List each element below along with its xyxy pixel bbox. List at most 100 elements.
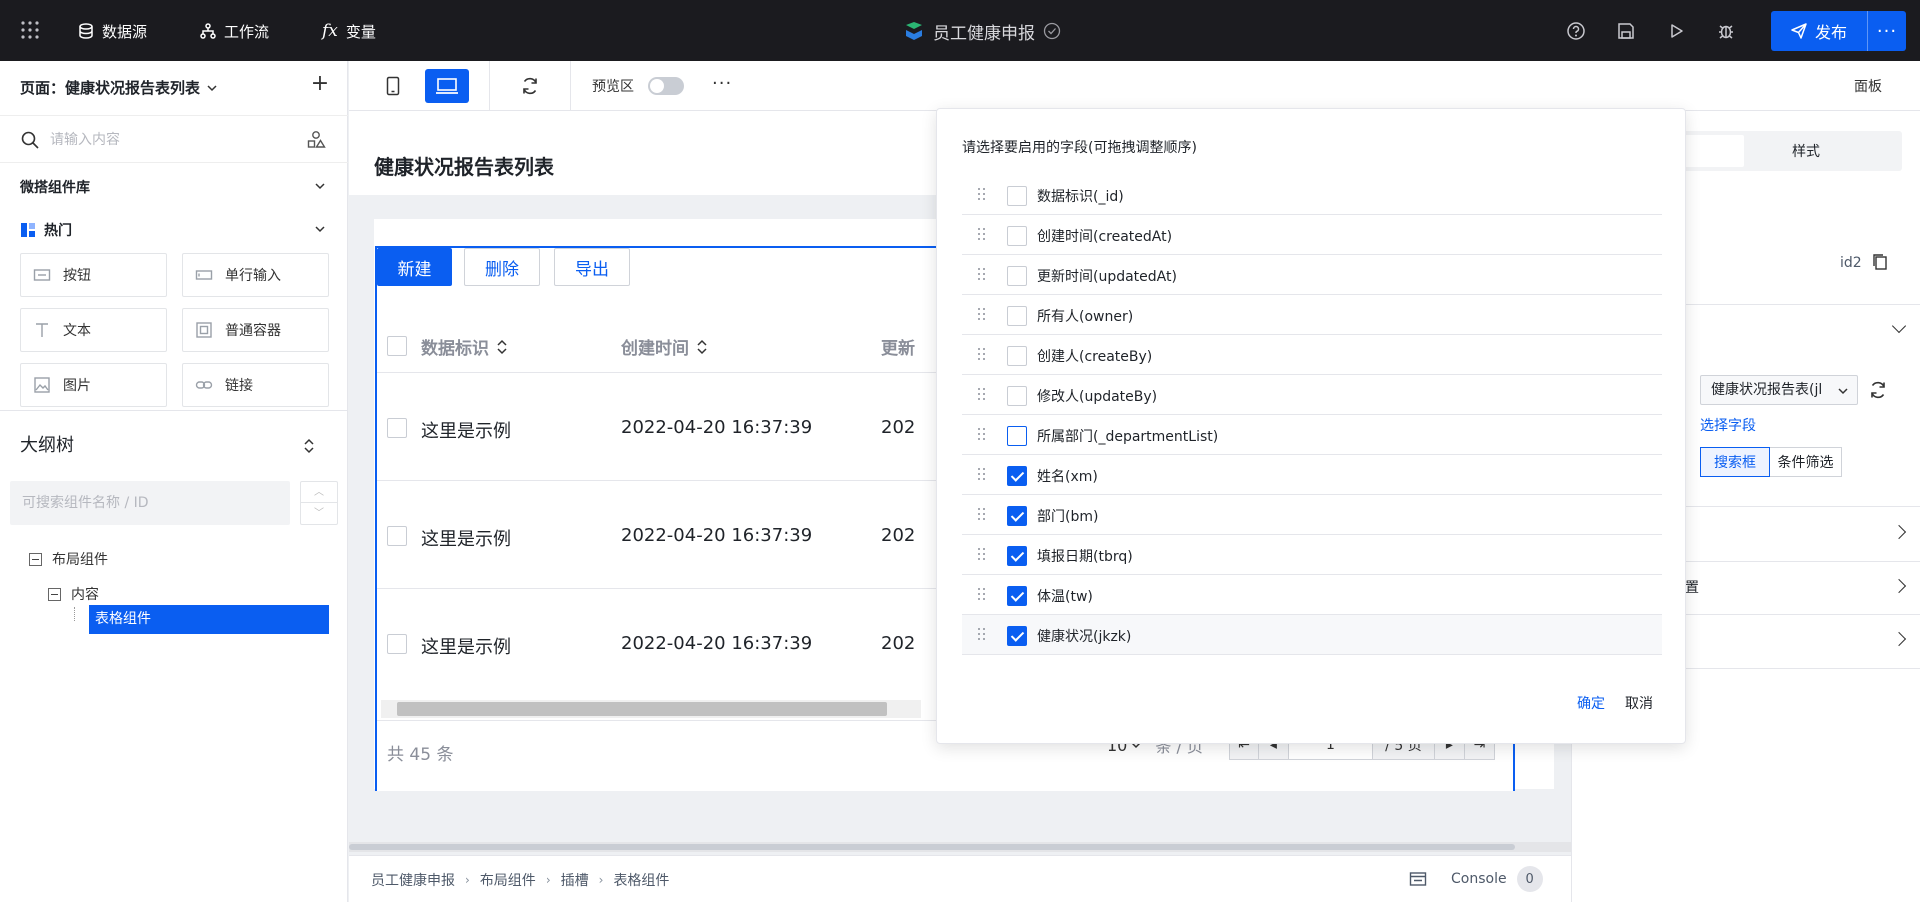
drag-handle-icon[interactable]: [976, 467, 988, 483]
drag-handle-icon[interactable]: [976, 507, 988, 523]
filter-mode-condition[interactable]: 条件筛选: [1770, 447, 1842, 477]
chevron-down-icon[interactable]: [1838, 387, 1848, 395]
cancel-button[interactable]: 取消: [1625, 693, 1653, 713]
delete-button[interactable]: 删除: [464, 248, 540, 286]
breadcrumb-item[interactable]: 插槽: [561, 870, 589, 890]
chevron-right-icon[interactable]: [1891, 578, 1907, 594]
sort-icon[interactable]: [497, 339, 507, 355]
component-button[interactable]: 按钮: [20, 253, 167, 297]
expand-collapse-icon[interactable]: [302, 437, 316, 455]
component-text[interactable]: 文本: [20, 308, 167, 352]
component-image[interactable]: 图片: [20, 363, 167, 407]
nav-datasource[interactable]: 数据源: [78, 18, 147, 44]
drag-handle-icon[interactable]: [976, 387, 988, 403]
tab-style[interactable]: 样式: [1792, 141, 1820, 161]
tree-node-content[interactable]: 内容: [48, 584, 99, 604]
tree-node-layout[interactable]: 布局组件: [29, 549, 108, 569]
component-single-input[interactable]: 单行输入: [182, 253, 329, 297]
debug-icon[interactable]: [1715, 20, 1737, 42]
desktop-view-button[interactable]: [425, 69, 469, 103]
field-row[interactable]: 填报日期(tbrq): [962, 535, 1662, 575]
save-icon[interactable]: [1615, 20, 1637, 42]
console-button[interactable]: Console 0: [1409, 866, 1543, 892]
field-row[interactable]: 数据标识(_id): [962, 175, 1662, 215]
add-page-button[interactable]: +: [308, 73, 332, 97]
field-checkbox[interactable]: [1007, 466, 1027, 486]
field-checkbox[interactable]: [1007, 506, 1027, 526]
select-all-checkbox[interactable]: [387, 336, 407, 356]
chevron-right-icon[interactable]: [1891, 631, 1907, 647]
drag-handle-icon[interactable]: [976, 427, 988, 443]
field-checkbox[interactable]: [1007, 386, 1027, 406]
component-link[interactable]: 链接: [182, 363, 329, 407]
component-container[interactable]: 普通容器: [182, 308, 329, 352]
copy-icon[interactable]: [1872, 253, 1888, 271]
component-market-icon[interactable]: [306, 130, 326, 150]
mobile-view-button[interactable]: [371, 69, 415, 103]
field-row[interactable]: 修改人(updateBy): [962, 375, 1662, 415]
refresh-button[interactable]: [508, 69, 552, 103]
field-row[interactable]: 所有人(owner): [962, 295, 1662, 335]
row-checkbox[interactable]: [387, 634, 407, 654]
nav-workflow[interactable]: 工作流: [200, 18, 269, 44]
chevron-down-icon[interactable]: [1891, 318, 1907, 334]
breadcrumb-item[interactable]: 表格组件: [613, 870, 669, 890]
datasource-select[interactable]: 健康状况报告表(jl: [1700, 375, 1858, 405]
app-grid-icon[interactable]: [20, 20, 40, 40]
export-button[interactable]: 导出: [554, 248, 630, 286]
field-checkbox[interactable]: [1007, 226, 1027, 246]
more-options-icon[interactable]: ···: [712, 73, 732, 94]
field-row[interactable]: 更新时间(updatedAt): [962, 255, 1662, 295]
component-search-input[interactable]: [50, 128, 290, 152]
stepper-down-button[interactable]: ﹀: [301, 503, 337, 524]
field-checkbox[interactable]: [1007, 626, 1027, 646]
new-button[interactable]: 新建: [377, 248, 452, 286]
field-row[interactable]: 所属部门(_departmentList): [962, 415, 1662, 455]
field-row[interactable]: 姓名(xm): [962, 455, 1662, 495]
component-library-header[interactable]: 微搭组件库: [20, 177, 90, 197]
chevron-right-icon[interactable]: [1891, 524, 1907, 540]
field-checkbox[interactable]: [1007, 346, 1027, 366]
field-checkbox[interactable]: [1007, 586, 1027, 606]
field-checkbox[interactable]: [1007, 306, 1027, 326]
drag-handle-icon[interactable]: [976, 627, 988, 643]
outline-search-input[interactable]: [10, 481, 290, 525]
drag-handle-icon[interactable]: [976, 267, 988, 283]
panel-toggle[interactable]: 面板: [1854, 76, 1882, 96]
column-header-updated[interactable]: 更新: [881, 334, 915, 359]
preview-toggle[interactable]: [648, 77, 684, 95]
stepper-up-button[interactable]: ︿: [301, 482, 337, 503]
sort-icon[interactable]: [697, 339, 707, 355]
collapse-icon[interactable]: [48, 587, 61, 601]
help-icon[interactable]: [1565, 20, 1587, 42]
drag-handle-icon[interactable]: [976, 307, 988, 323]
category-header[interactable]: 热门: [20, 220, 72, 240]
scrollbar-thumb[interactable]: [397, 702, 887, 716]
publish-button[interactable]: 发布: [1771, 11, 1868, 51]
field-checkbox[interactable]: [1007, 426, 1027, 446]
field-row[interactable]: 体温(tw): [962, 575, 1662, 615]
drag-handle-icon[interactable]: [976, 347, 988, 363]
chevron-down-icon[interactable]: [313, 222, 327, 236]
drag-handle-icon[interactable]: [976, 187, 988, 203]
breadcrumb-item[interactable]: 员工健康申报: [371, 870, 455, 890]
filter-mode-search[interactable]: 搜索框: [1700, 447, 1770, 477]
play-icon[interactable]: [1665, 20, 1687, 42]
row-checkbox[interactable]: [387, 418, 407, 438]
canvas-horizontal-scrollbar[interactable]: [349, 842, 1571, 852]
tree-node-table-selected[interactable]: 表格组件: [89, 605, 329, 634]
field-row[interactable]: 部门(bm): [962, 495, 1662, 535]
column-header-id[interactable]: 数据标识: [421, 334, 507, 359]
table-horizontal-scrollbar[interactable]: [381, 700, 921, 718]
breadcrumb-item[interactable]: 布局组件: [480, 870, 536, 890]
field-checkbox[interactable]: [1007, 186, 1027, 206]
chevron-down-icon[interactable]: [313, 179, 327, 193]
scrollbar-thumb[interactable]: [349, 844, 1515, 850]
field-checkbox[interactable]: [1007, 266, 1027, 286]
field-checkbox[interactable]: [1007, 546, 1027, 566]
drag-handle-icon[interactable]: [976, 587, 988, 603]
row-checkbox[interactable]: [387, 526, 407, 546]
confirm-button[interactable]: 确定: [1577, 693, 1605, 713]
publish-more-button[interactable]: ···: [1868, 21, 1906, 42]
collapse-icon[interactable]: [29, 552, 42, 566]
